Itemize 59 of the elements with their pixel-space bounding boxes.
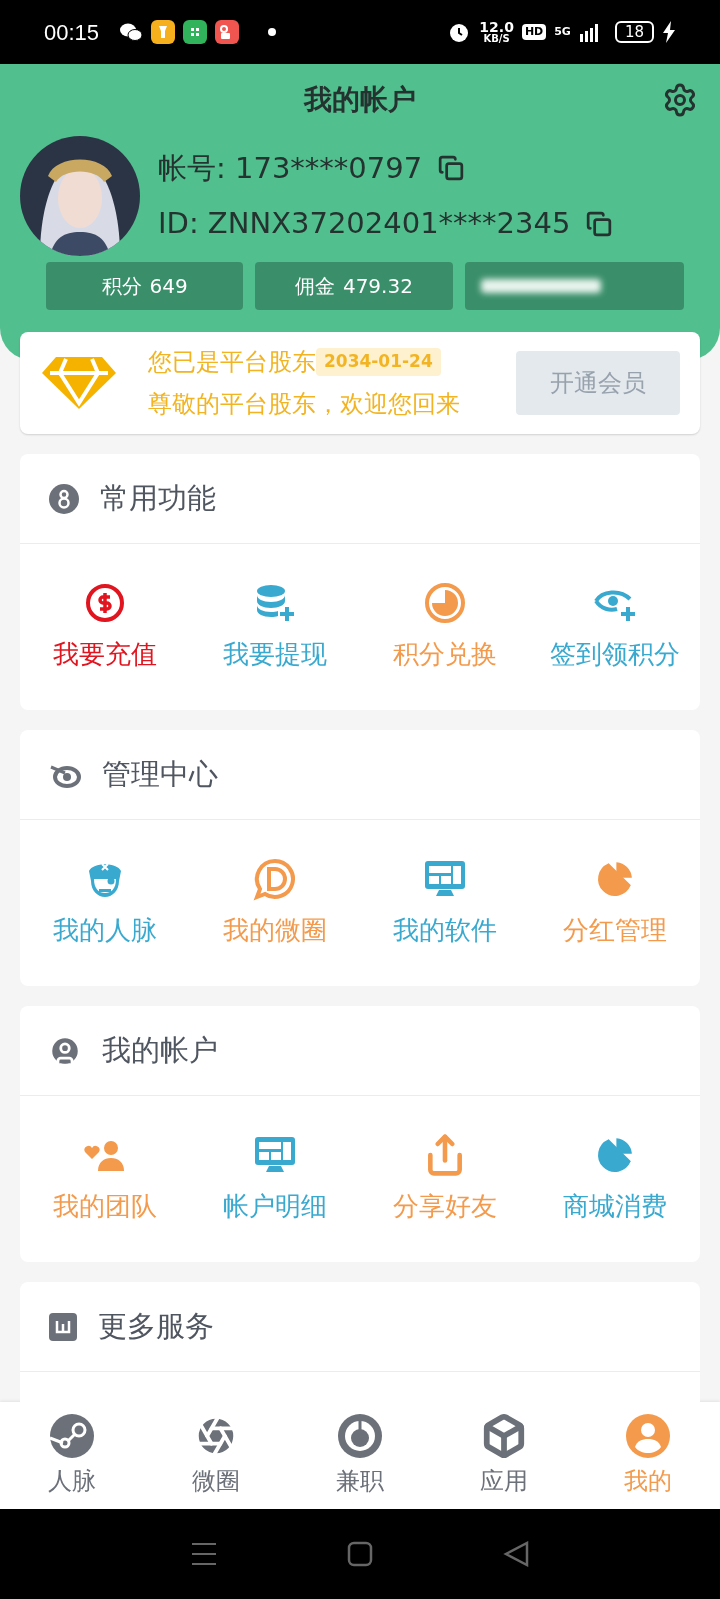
nav-tab[interactable]: 应用 [432,1412,576,1499]
notification-dot-icon [267,27,278,37]
feature-item[interactable]: 我要提现 [190,580,360,674]
network-type: 5G [554,23,571,40]
video-app-icon [215,20,240,44]
stat-label: 佣金 [294,273,335,300]
page-title: 我的帐户 [304,82,416,118]
back-button[interactable] [503,1541,529,1567]
settings-button[interactable] [662,82,698,118]
feature-item[interactable]: 积分兑换 [360,580,530,674]
flashlight-app-icon [151,20,176,44]
nav-tab[interactable]: 微圈 [144,1412,288,1499]
hd-badge: HD [521,23,547,41]
store-app-icon [183,20,208,44]
gauge-icon [337,1412,383,1459]
membership-title: 您已是平台股东 [148,347,316,378]
chat-bubble-icon [253,856,297,901]
expiry-date: 2034-01-24 [316,348,441,376]
copy-button[interactable] [438,155,465,182]
feature-item[interactable]: 我的团队 [20,1132,190,1226]
stat-value: 479.32 [342,273,413,300]
timer-circle-icon [423,580,467,625]
nav-tab[interactable]: 人脉 [0,1412,144,1499]
feature-item[interactable]: 帐户明细 [190,1132,360,1226]
network-speed-unit: KB/S [483,34,510,44]
section-title: 管理中心 [102,755,218,793]
stat-value: 649 [149,273,188,300]
user-id: ID: ZNNX37202401****2345 [158,205,571,242]
section-title: 我的帐户 [102,1031,218,1069]
stat-label: 积分 [101,273,142,300]
home-button[interactable] [347,1541,373,1567]
feature-item[interactable]: 我的软件 [360,856,530,950]
section-title: 常用功能 [100,479,216,517]
square-icon [48,1311,78,1342]
feature-item[interactable]: 签到领积分 [530,580,700,674]
feature-item[interactable]: 分红管理 [530,856,700,950]
diamond-icon [40,355,118,411]
feature-item[interactable]: 我的人脉 [20,856,190,950]
menu-button[interactable] [191,1542,217,1566]
nav-tab[interactable]: 兼职 [288,1412,432,1499]
battery-indicator: 18 [614,21,654,43]
membership-subtitle: 尊敬的平台股东，欢迎您回来 [148,389,460,420]
nav-tab[interactable]: 我的 [576,1412,720,1499]
feature-item[interactable]: 商城消费 [530,1132,700,1226]
copy-button[interactable] [586,210,613,237]
feature-item[interactable]: 我要充值 [20,580,190,674]
feature-item[interactable]: 分享好友 [360,1132,530,1226]
status-time: 00:15 [44,18,100,47]
signal-icon [578,22,599,42]
cube-icon [481,1412,527,1459]
network-speed: 12.0 [479,20,514,34]
numbered-circle-icon [48,482,80,515]
charging-icon [662,21,676,43]
feature-item[interactable]: 我的微圈 [190,856,360,950]
account-number: 帐号: 173****0797 [158,149,423,187]
section-title: 更多服务 [98,1307,214,1345]
chat-app-icon [119,21,144,43]
user-circle-icon [625,1412,671,1459]
steam-icon [49,1412,95,1459]
